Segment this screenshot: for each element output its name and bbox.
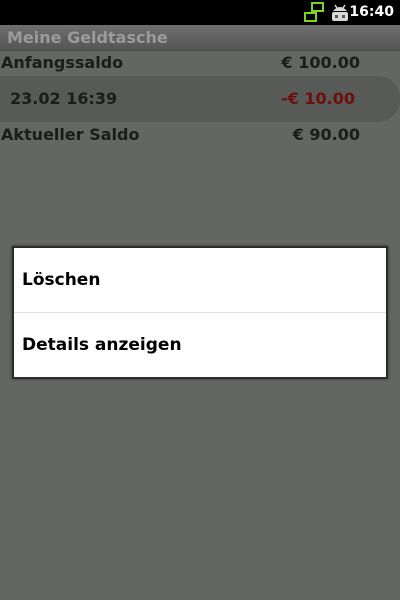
menu-item-delete[interactable]: Löschen [14, 248, 386, 312]
transaction-date: 23.02 16:39 [10, 89, 118, 108]
current-balance-label: Aktueller Saldo [1, 125, 140, 144]
network-sync-icon [304, 2, 324, 22]
status-bar: 16:40 [0, 0, 400, 25]
context-menu-dialog: Löschen Details anzeigen [12, 246, 388, 379]
transaction-row[interactable]: 23.02 16:39 -€ 10.00 [0, 76, 400, 122]
menu-item-show-details[interactable]: Details anzeigen [14, 313, 386, 377]
status-time: 16:40 [349, 4, 394, 20]
usb-debug-icon [332, 4, 348, 21]
app-title-bar: Meine Geldtasche [0, 25, 400, 51]
opening-balance-value: € 100.00 [281, 53, 360, 72]
menu-item-show-details-label: Details anzeigen [22, 335, 182, 355]
opening-balance-label: Anfangssaldo [1, 53, 124, 72]
transaction-amount: -€ 10.00 [281, 89, 355, 108]
app-title: Meine Geldtasche [7, 28, 168, 47]
opening-balance-row: Anfangssaldo € 100.00 [0, 50, 400, 76]
menu-item-delete-label: Löschen [22, 270, 101, 290]
current-balance-row: Aktueller Saldo € 90.00 [0, 122, 400, 148]
current-balance-value: € 90.00 [292, 125, 360, 144]
